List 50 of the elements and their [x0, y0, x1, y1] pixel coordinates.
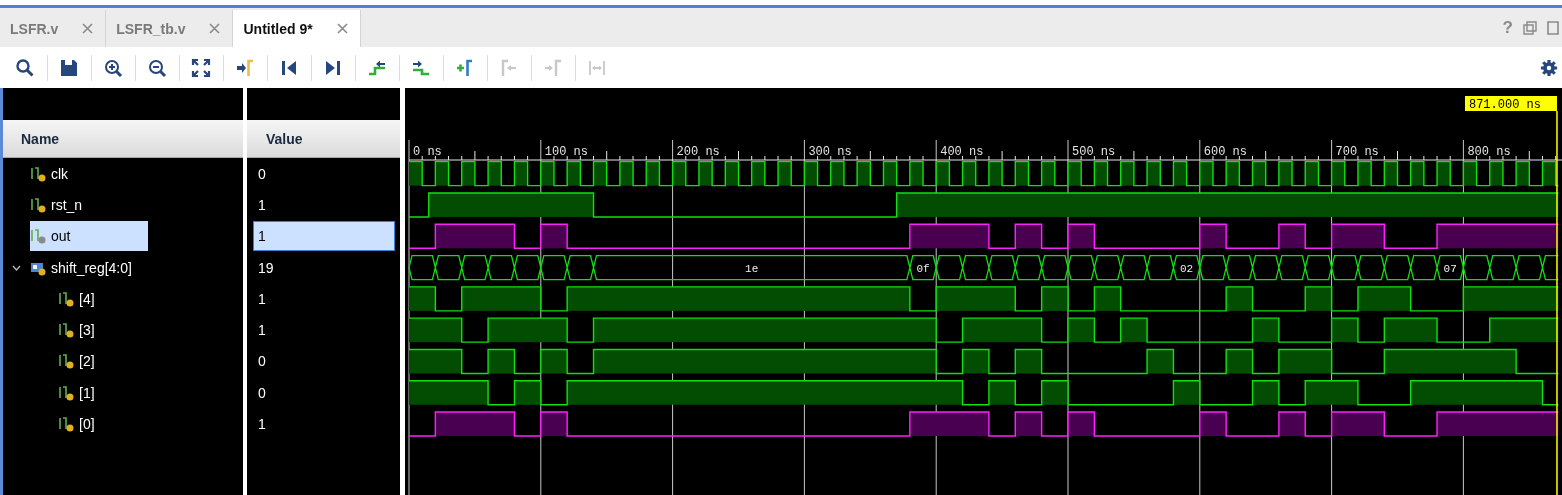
signal-value: 1	[257, 321, 267, 341]
expand-caret-icon[interactable]	[12, 264, 21, 271]
signal-value: 0	[257, 383, 267, 403]
editor-tab[interactable]: Untitled 9*	[233, 10, 361, 47]
signal-value: 1	[257, 289, 267, 309]
time-label: 0 ns	[413, 145, 442, 159]
time-label: 700 ns	[1335, 145, 1379, 159]
corner-arrows-icon	[191, 57, 211, 78]
signal-name[interactable]: rst_n	[51, 196, 83, 213]
restore-icon[interactable]	[1523, 20, 1537, 35]
bus-value: 1e	[745, 262, 759, 275]
zoom-out-icon	[147, 57, 167, 78]
signal-name[interactable]: shift_reg[4:0]	[51, 259, 132, 276]
editor-tab[interactable]: LSFR.v	[0, 10, 107, 47]
signal-name[interactable]: [1]	[79, 384, 95, 401]
time-label: 300 ns	[808, 145, 852, 159]
time-label: 200 ns	[676, 145, 720, 159]
signal-value: 0	[257, 164, 267, 184]
signal-value: 1	[257, 415, 267, 434]
signal-value: 1	[257, 195, 267, 215]
time-label: 400 ns	[940, 145, 984, 159]
search-icon	[15, 57, 35, 78]
zoom-in-icon	[103, 57, 123, 78]
signal-name[interactable]: [4]	[79, 290, 95, 307]
bus-value: 0f	[916, 262, 930, 275]
time-label: 600 ns	[1203, 145, 1247, 159]
plus-bracket-icon	[455, 57, 475, 78]
bus-value: 07	[1443, 262, 1457, 275]
time-label: 800 ns	[1467, 145, 1511, 159]
cursor-time-label: 871.000 ns	[1465, 96, 1557, 112]
signal-value: 1	[253, 221, 395, 252]
signal-name[interactable]: [3]	[79, 322, 95, 339]
column-header[interactable]: Value	[247, 120, 400, 158]
time-label: 100 ns	[544, 145, 588, 159]
signal-name[interactable]: clk	[51, 165, 69, 182]
settings-icon[interactable]	[1540, 58, 1558, 77]
close-icon[interactable]	[82, 23, 94, 34]
signal-name[interactable]: [0]	[79, 416, 95, 432]
signal-value: 0	[257, 352, 267, 372]
arrow-bracket-icon	[235, 57, 255, 78]
signal-value: 19	[257, 258, 275, 278]
signal-name[interactable]: out	[51, 228, 71, 245]
bracket-arrow-icon	[499, 57, 519, 78]
arrow-bracket-icon	[543, 57, 563, 78]
close-icon[interactable]	[209, 23, 221, 34]
bus-value: 02	[1180, 262, 1194, 275]
time-label: 500 ns	[1072, 145, 1116, 159]
close-icon[interactable]	[336, 23, 348, 34]
column-header[interactable]: Name	[3, 120, 243, 158]
signal-name[interactable]: [2]	[79, 353, 95, 370]
